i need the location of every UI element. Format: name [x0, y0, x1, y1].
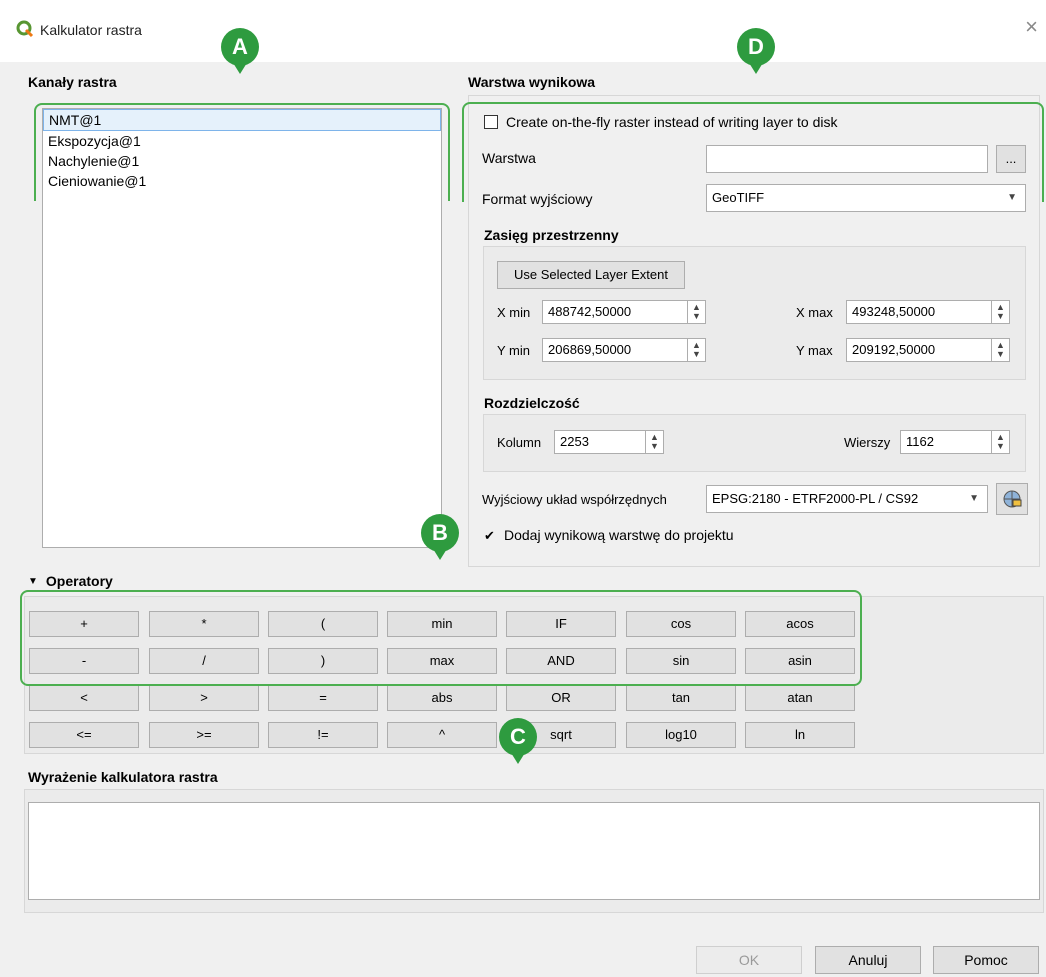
spin-arrows-icon[interactable]: ▲ ▼	[992, 430, 1010, 454]
expression-input[interactable]	[28, 802, 1040, 900]
crs-value: EPSG:2180 - ETRF2000-PL / CS92	[712, 491, 919, 506]
ymax-label: Y max	[796, 343, 833, 358]
ymin-label: Y min	[497, 343, 530, 358]
rows-spinbox[interactable]: 1162 ▲ ▼	[900, 430, 1010, 454]
xmin-label: X min	[497, 305, 531, 320]
add-to-project-label: Dodaj wynikową warstwę do projektu	[504, 527, 734, 543]
ymin-spinbox[interactable]: 206869,50000 ▲ ▼	[542, 338, 706, 362]
expression-title: Wyrażenie kalkulatora rastra	[28, 769, 218, 785]
ok-button[interactable]: OK	[696, 946, 802, 974]
highlight-bands	[34, 103, 450, 201]
cols-input[interactable]: 2253	[554, 430, 646, 454]
rows-input[interactable]: 1162	[900, 430, 992, 454]
rows-label: Wierszy	[844, 435, 891, 450]
callout-c: C	[496, 718, 540, 768]
window-title: Kalkulator rastra	[40, 22, 142, 38]
operator-button[interactable]: >	[149, 685, 259, 711]
callout-b: B	[418, 514, 462, 564]
add-to-project-row: Dodaj wynikową warstwę do projektu	[484, 527, 734, 543]
xmin-input[interactable]: 488742,50000	[542, 300, 688, 324]
operator-button[interactable]: ln	[745, 722, 855, 748]
crs-label: Wyjściowy układ współrzędnych	[482, 492, 667, 507]
highlight-operators	[20, 590, 862, 686]
operator-button[interactable]: !=	[268, 722, 378, 748]
operators-header[interactable]: ▼ Operatory	[28, 573, 113, 589]
qgis-logo-icon	[16, 20, 34, 38]
result-title: Warstwa wynikowa	[468, 74, 596, 90]
xmax-label: X max	[796, 305, 833, 320]
title-bar	[0, 0, 1046, 62]
callout-b-label: B	[421, 514, 459, 552]
spin-arrows-icon[interactable]: ▲ ▼	[992, 300, 1010, 324]
cancel-button[interactable]: Anuluj	[815, 946, 921, 974]
bands-title: Kanały rastra	[28, 74, 117, 90]
callout-a-label: A	[221, 28, 259, 66]
spin-arrows-icon[interactable]: ▲ ▼	[646, 430, 664, 454]
spin-arrows-icon[interactable]: ▲ ▼	[688, 338, 706, 362]
crs-select[interactable]: EPSG:2180 - ETRF2000-PL / CS92 ▼	[706, 485, 988, 513]
xmax-spinbox[interactable]: 493248,50000 ▲ ▼	[846, 300, 1010, 324]
callout-d-label: D	[737, 28, 775, 66]
operator-button[interactable]: =	[268, 685, 378, 711]
operator-button[interactable]: OR	[506, 685, 616, 711]
operator-button[interactable]: atan	[745, 685, 855, 711]
cols-label: Kolumn	[497, 435, 542, 450]
operators-title: Operatory	[45, 573, 113, 589]
operator-button[interactable]: abs	[387, 685, 497, 711]
callout-a: A	[218, 28, 262, 78]
ymax-input[interactable]: 209192,50000	[846, 338, 992, 362]
ymin-input[interactable]: 206869,50000	[542, 338, 688, 362]
operator-button[interactable]: >=	[149, 722, 259, 748]
operator-button[interactable]: log10	[626, 722, 736, 748]
help-button[interactable]: Pomoc	[933, 946, 1039, 974]
add-to-project-checkbox[interactable]	[484, 528, 498, 542]
use-selected-extent-button[interactable]: Use Selected Layer Extent	[497, 261, 685, 289]
ymax-spinbox[interactable]: 209192,50000 ▲ ▼	[846, 338, 1010, 362]
operator-button[interactable]: tan	[626, 685, 736, 711]
spin-arrows-icon[interactable]: ▲ ▼	[992, 338, 1010, 362]
resolution-title: Rozdzielczość	[484, 395, 580, 411]
operator-button[interactable]: <=	[29, 722, 139, 748]
xmin-spinbox[interactable]: 488742,50000 ▲ ▼	[542, 300, 706, 324]
collapse-arrow-icon[interactable]: ▼	[28, 576, 38, 587]
crs-picker-button[interactable]	[996, 483, 1028, 515]
operator-button[interactable]: <	[29, 685, 139, 711]
operator-button[interactable]: ^	[387, 722, 497, 748]
chevron-down-icon: ▼	[969, 493, 979, 504]
xmax-input[interactable]: 493248,50000	[846, 300, 992, 324]
highlight-result	[462, 102, 1044, 202]
extent-title: Zasięg przestrzenny	[484, 227, 619, 243]
spin-arrows-icon[interactable]: ▲ ▼	[688, 300, 706, 324]
close-icon[interactable]: ×	[1025, 16, 1038, 38]
globe-icon	[1003, 490, 1022, 508]
callout-c-label: C	[499, 718, 537, 756]
callout-d: D	[734, 28, 778, 78]
cols-spinbox[interactable]: 2253 ▲ ▼	[554, 430, 664, 454]
